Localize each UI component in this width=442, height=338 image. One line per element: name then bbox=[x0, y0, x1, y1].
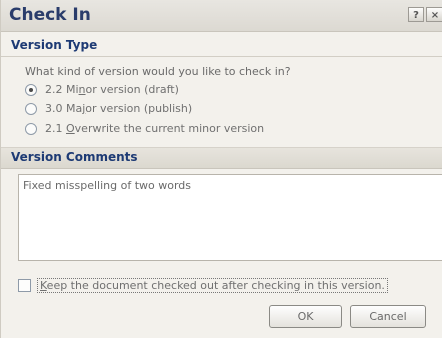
version-comments-textarea[interactable]: Fixed misspelling of two words bbox=[18, 174, 442, 261]
cancel-button[interactable]: Cancel bbox=[350, 305, 426, 328]
version-comments-header: Version Comments bbox=[1, 147, 442, 169]
check-in-dialog: Check In ? × Version Type What kind of v… bbox=[0, 0, 442, 338]
radio-label[interactable]: 2.2 Minor version (draft) bbox=[45, 83, 179, 96]
ok-button[interactable]: OK bbox=[269, 305, 342, 328]
radio-label[interactable]: 2.1 Overwrite the current minor version bbox=[45, 122, 264, 135]
version-type-header: Version Type bbox=[1, 36, 442, 56]
help-icon[interactable]: ? bbox=[408, 7, 424, 22]
keep-checked-out-label[interactable]: Keep the document checked out after chec… bbox=[37, 278, 388, 293]
title-bar: Check In ? × bbox=[1, 0, 442, 32]
version-type-heading: Version Type bbox=[11, 38, 98, 52]
radio-button[interactable] bbox=[25, 84, 37, 96]
section-divider bbox=[1, 56, 442, 57]
radio-label[interactable]: 3.0 Major version (publish) bbox=[45, 102, 192, 115]
close-icon[interactable]: × bbox=[426, 7, 442, 22]
keep-checked-out-checkbox[interactable] bbox=[18, 279, 31, 292]
version-comments-heading: Version Comments bbox=[11, 150, 138, 164]
dialog-title: Check In bbox=[9, 5, 91, 25]
radio-button[interactable] bbox=[25, 103, 37, 115]
version-question: What kind of version would you like to c… bbox=[25, 65, 291, 78]
radio-button[interactable] bbox=[25, 123, 37, 135]
